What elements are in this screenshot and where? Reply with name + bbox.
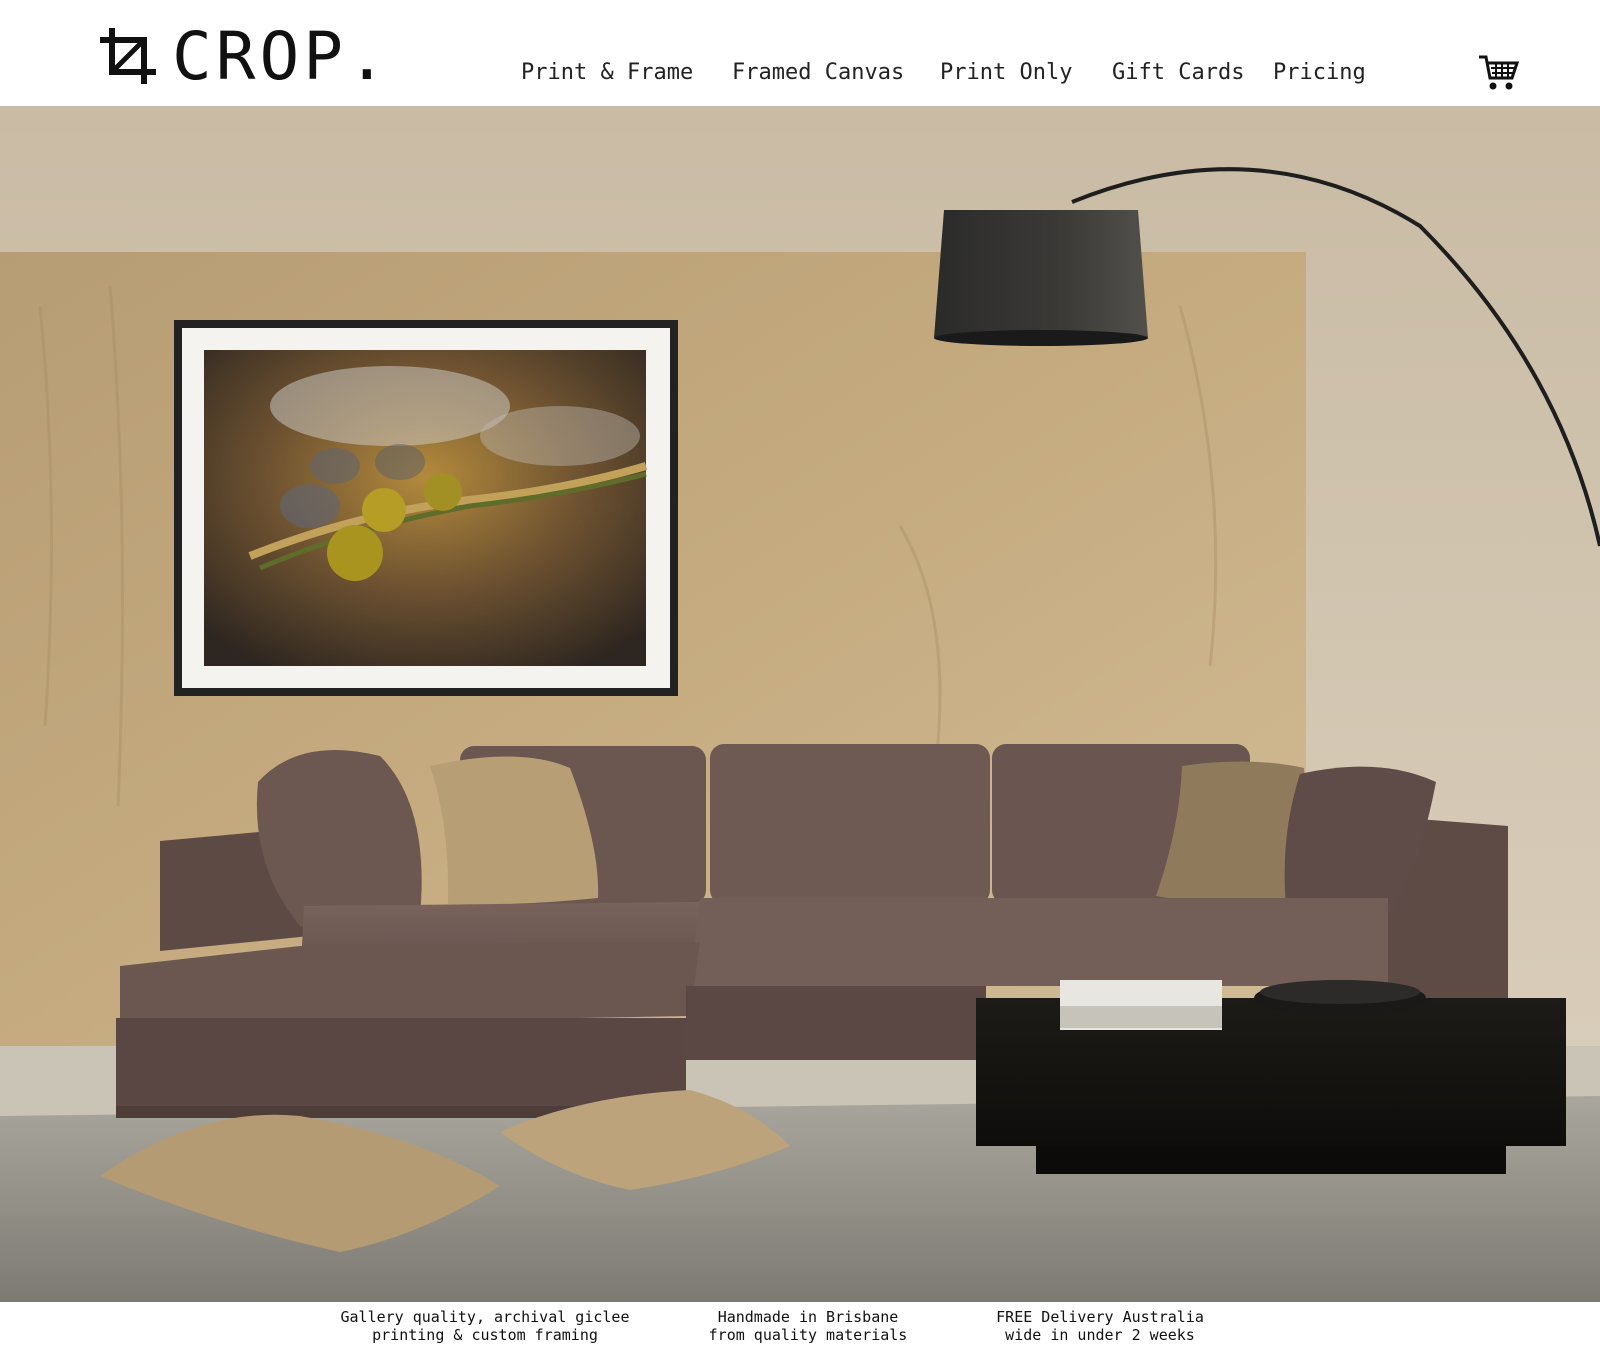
feature-strip: Gallery quality, archival giclee printin… [0, 1308, 1600, 1368]
living-room-scene [0, 106, 1600, 1302]
nav-pricing[interactable]: Pricing [1273, 60, 1366, 85]
coffee-table [976, 980, 1566, 1174]
nav-gift-cards[interactable]: Gift Cards [1112, 60, 1244, 85]
nav-print-only[interactable]: Print Only [940, 60, 1072, 85]
feature-handmade: Handmade in Brisbane from quality materi… [708, 1308, 908, 1344]
site-header: CROP. Print & Frame Framed Canvas Print … [0, 0, 1600, 106]
nav-print-and-frame[interactable]: Print & Frame [521, 60, 693, 85]
feature-gallery-quality: Gallery quality, archival giclee printin… [340, 1308, 630, 1344]
main-nav: Print & Frame Framed Canvas Print Only G… [0, 60, 1600, 100]
hero-room-image [0, 106, 1600, 1302]
feature-free-delivery: FREE Delivery Australia wide in under 2 … [996, 1308, 1204, 1344]
nav-framed-canvas[interactable]: Framed Canvas [732, 60, 904, 85]
shopping-cart-icon[interactable] [1478, 54, 1520, 92]
framed-artwork [174, 320, 678, 696]
